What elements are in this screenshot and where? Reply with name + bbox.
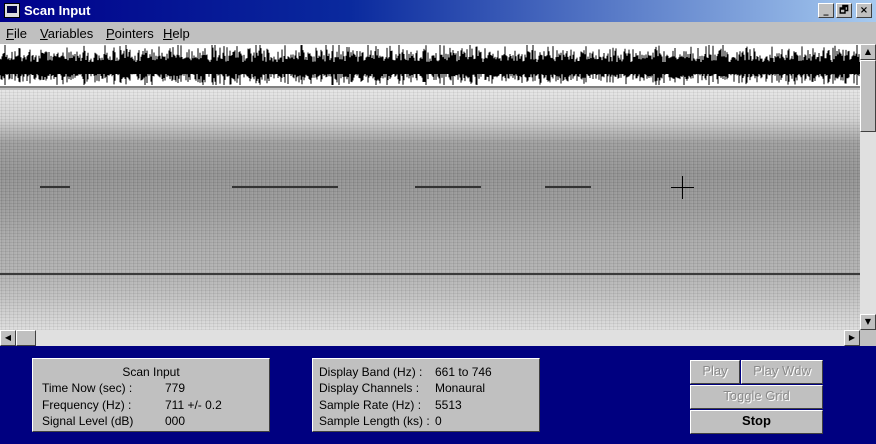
scroll-left-button[interactable]: ◀ bbox=[0, 330, 16, 346]
menu-help[interactable]: Help bbox=[163, 26, 190, 41]
display-channels-value: Monaural bbox=[435, 381, 486, 395]
display-info-box: Display Band (Hz) : 661 to 746 Display C… bbox=[312, 358, 540, 432]
scan-input-info-box: Scan Input Time Now (sec) : 779 Frequenc… bbox=[32, 358, 270, 432]
signal-level-label: Signal Level (dB) bbox=[42, 414, 134, 428]
display-channels-label: Display Channels : bbox=[319, 381, 420, 395]
spectral-line bbox=[0, 273, 860, 275]
status-panel: Scan Input Time Now (sec) : 779 Frequenc… bbox=[0, 346, 876, 444]
signal-trace bbox=[232, 186, 338, 188]
play-window-button[interactable]: Play Wdw bbox=[741, 360, 823, 384]
scroll-up-button[interactable]: ▲ bbox=[860, 44, 876, 60]
waveform-band bbox=[0, 62, 860, 74]
stop-button[interactable]: Stop bbox=[690, 410, 823, 434]
menu-file[interactable]: File bbox=[6, 26, 27, 41]
close-button[interactable]: × bbox=[856, 3, 872, 18]
display-band-label: Display Band (Hz) : bbox=[319, 365, 423, 379]
scroll-right-button[interactable]: ▶ bbox=[844, 330, 860, 346]
spectrogram-display[interactable] bbox=[0, 90, 860, 330]
frequency-value: 711 +/- 0.2 bbox=[165, 398, 222, 412]
sample-rate-label: Sample Rate (Hz) : bbox=[319, 398, 422, 412]
menu-variables[interactable]: Variables bbox=[40, 26, 93, 41]
vertical-scrollbar[interactable]: ▲ ▼ bbox=[860, 44, 876, 330]
window-title: Scan Input bbox=[24, 3, 91, 18]
scroll-down-button[interactable]: ▼ bbox=[860, 314, 876, 330]
waveform-display[interactable] bbox=[0, 44, 860, 88]
play-button[interactable]: Play bbox=[690, 360, 740, 384]
toggle-grid-button[interactable]: Toggle Grid bbox=[690, 385, 823, 409]
waveform-trace bbox=[0, 45, 860, 85]
crosshair-cursor[interactable] bbox=[671, 176, 694, 199]
display-band-value: 661 to 746 bbox=[435, 365, 492, 379]
signal-trace bbox=[40, 186, 70, 188]
menu-bar: File Variables Pointers Help bbox=[0, 22, 876, 44]
scan-info-header: Scan Input bbox=[122, 365, 180, 379]
horizontal-scroll-thumb[interactable] bbox=[16, 330, 36, 346]
signal-trace bbox=[545, 186, 591, 188]
sample-rate-value: 5513 bbox=[435, 398, 462, 412]
maximize-button[interactable]: 🗗 bbox=[836, 3, 852, 18]
sample-length-label: Sample Length (ks) : bbox=[319, 414, 430, 428]
title-bar[interactable]: Scan Input _ 🗗 × bbox=[0, 0, 876, 22]
scroll-corner bbox=[860, 330, 876, 346]
time-now-label: Time Now (sec) : bbox=[42, 381, 133, 395]
time-now-value: 779 bbox=[165, 381, 186, 395]
frequency-label: Frequency (Hz) : bbox=[42, 398, 132, 412]
menu-pointers[interactable]: Pointers bbox=[106, 26, 154, 41]
vertical-scroll-thumb[interactable] bbox=[860, 60, 876, 132]
horizontal-scrollbar[interactable]: ◀ ▶ bbox=[0, 330, 860, 346]
minimize-button[interactable]: _ bbox=[818, 3, 834, 18]
app-icon[interactable] bbox=[4, 3, 20, 18]
signal-trace bbox=[415, 186, 481, 188]
sample-length-value: 0 bbox=[435, 414, 442, 428]
scan-input-window: Scan Input _ 🗗 × File Variables Pointers… bbox=[0, 0, 876, 444]
signal-level-value: 000 bbox=[165, 414, 186, 428]
